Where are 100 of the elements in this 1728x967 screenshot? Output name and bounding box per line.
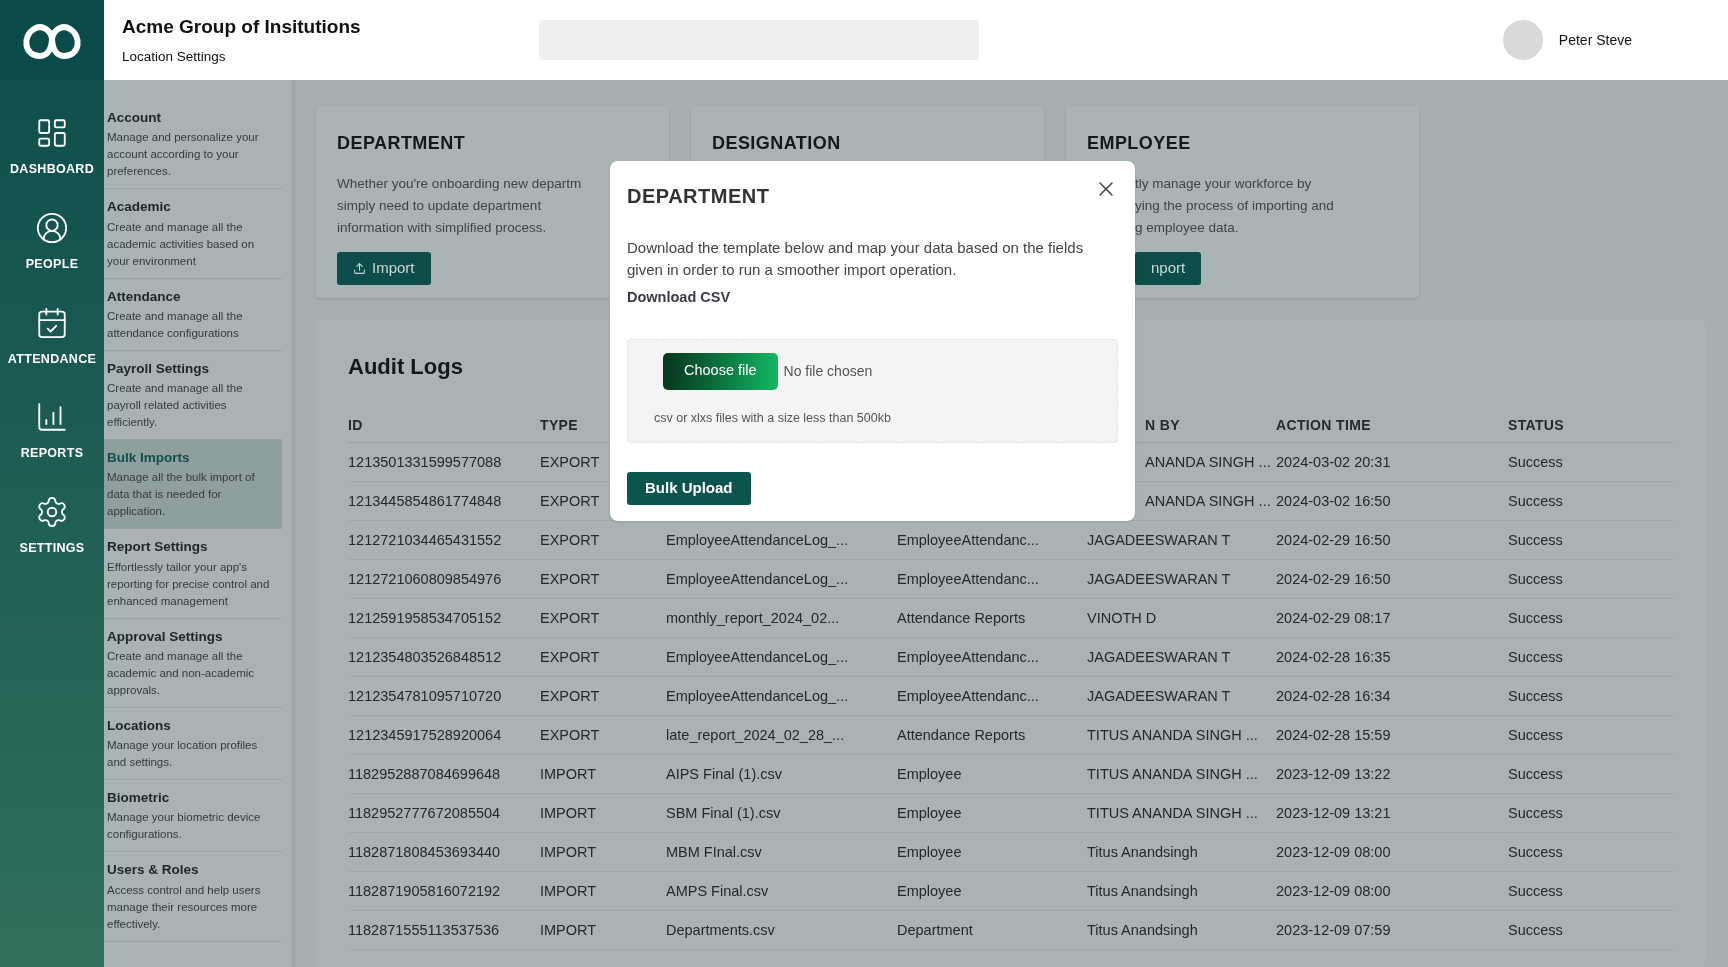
table-cell: EmployeeAttendanc...: [897, 532, 1039, 548]
column-header: TYPE: [540, 416, 578, 433]
table-cell: late_report_2024_02_28_...: [666, 727, 845, 743]
table-cell: monthly_report_2024_02...: [666, 610, 840, 626]
download-link[interactable]: Download CSV: [627, 287, 731, 309]
page-subtitle: Location Settings: [122, 48, 227, 67]
table-cell: TITUS ANANDA SINGH ...: [1087, 727, 1258, 743]
table-cell: 1182871808453693440: [348, 844, 501, 860]
table-cell: TITUS ANANDA SINGH ...: [1087, 805, 1258, 821]
table-cell: Department: [897, 922, 973, 938]
card-description: tly manage your workforce by ying the process of importing and g employee data.: [1135, 175, 1334, 237]
table-cell: Employee: [897, 766, 962, 782]
nav-item[interactable]: REPORTS: [7, 400, 97, 463]
choose-file-button[interactable]: Choose file: [663, 352, 778, 390]
table-cell: 2024-03-02 20:31: [1276, 454, 1391, 470]
table-cell: Success: [1508, 571, 1563, 587]
table-cell: 2023-12-09 08:00: [1276, 844, 1391, 860]
table-cell: EmployeeAttendanceLog_...: [666, 688, 849, 704]
table-cell: IMPORT: [540, 844, 597, 860]
upload-icon: [353, 262, 366, 275]
table-cell: EmployeeAttendanc...: [897, 571, 1039, 587]
table-cell: 1212354803526848512: [348, 649, 502, 665]
settings-menu-item[interactable]: Account Manage and personalize your account according to your preferences.: [104, 100, 282, 190]
table-cell: Success: [1508, 922, 1563, 938]
import-button[interactable]: Import: [337, 252, 431, 285]
table-cell: Success: [1508, 493, 1563, 509]
table-cell: AMPS Final.csv: [666, 883, 769, 899]
settings-menu-item[interactable]: Users & Roles Access control and help users manage their resources more effectively.: [104, 852, 282, 942]
table-cell: IMPORT: [540, 766, 597, 782]
settings-menu-item[interactable]: Attendance Create and manage all the attendance configurations: [104, 278, 282, 351]
table-cell: IMPORT: [540, 922, 597, 938]
table-cell: ANANDA SINGH ...: [1145, 454, 1271, 470]
table-cell: 1212354781095710720: [348, 688, 502, 704]
upload-area[interactable]: Choose file No file chosen csv or xlxs files with a size less than 500kb: [627, 338, 1118, 443]
table-cell: EXPORT: [540, 727, 600, 743]
card-title: EMPLOYEE: [1087, 132, 1192, 155]
table-cell: Success: [1508, 454, 1563, 470]
table-cell: 2024-02-28 16:35: [1276, 649, 1391, 665]
table-cell: Success: [1508, 688, 1563, 704]
table-cell: AIPS Final (1).csv: [666, 766, 783, 782]
nav-item[interactable]: DASHBOARD: [7, 116, 97, 179]
settings-menu-item[interactable]: Academic Create and manage all the academic activities based on your environment: [104, 189, 282, 279]
table-cell: Success: [1508, 805, 1563, 821]
table-cell: 1212591958534705152: [348, 610, 502, 626]
table-cell: 2024-02-28 15:59: [1276, 727, 1391, 743]
table-cell: Titus Anandsingh: [1087, 844, 1198, 860]
settings-menu-item[interactable]: Report Settings Effortlessly tailor your app's reporting for precise control and enhanced management: [104, 529, 282, 619]
table-cell: 2024-02-29 08:17: [1276, 610, 1391, 626]
card-title: DEPARTMENT: [337, 132, 467, 155]
table-cell: Departments.csv: [666, 922, 775, 938]
table-cell: EXPORT: [540, 571, 600, 587]
table-cell: SBM Final (1).csv: [666, 805, 781, 821]
table-cell: 1212721034465431552: [348, 532, 502, 548]
table-cell: Success: [1508, 844, 1563, 860]
table-cell: ANANDA SINGH ...: [1145, 493, 1271, 509]
table-cell: EXPORT: [540, 454, 600, 470]
table-cell: EmployeeAttendanc...: [897, 649, 1039, 665]
column-header: ACTION TIME: [1276, 416, 1371, 433]
settings-menu-item[interactable]: Locations Manage your location profiles and settings.: [104, 707, 282, 780]
user-name: Peter Steve: [1558, 30, 1632, 50]
panel-title: Audit Logs: [348, 353, 463, 381]
nav-item[interactable]: SETTINGS: [7, 495, 97, 558]
table-cell: EmployeeAttendanceLog_...: [666, 532, 849, 548]
table-cell: JAGADEESWARAN T: [1087, 532, 1231, 548]
settings-menu-item[interactable]: Biometric Manage your biometric device configurations.: [104, 780, 282, 853]
column-header: N BY: [1145, 416, 1180, 433]
table-cell: 2023-12-09 13:22: [1276, 766, 1391, 782]
settings-menu-item[interactable]: Approval Settings Create and manage all the academic and non-academic approvals.: [104, 618, 282, 708]
table-cell: EXPORT: [540, 649, 600, 665]
dialog-title: DEPARTMENT: [627, 184, 770, 209]
table-cell: IMPORT: [540, 883, 597, 899]
settings-menu-item[interactable]: Bulk Imports Manage all the bulk import of data that is needed for application.: [104, 440, 282, 530]
nav-item[interactable]: ATTENDANCE: [7, 305, 97, 369]
card-title: DESIGNATION: [712, 132, 842, 155]
avatar[interactable]: [1502, 20, 1543, 60]
table-cell: IMPORT: [540, 805, 597, 821]
table-cell: 2023-12-09 08:00: [1276, 883, 1391, 899]
table-cell: 2024-02-28 16:34: [1276, 688, 1391, 704]
table-cell: 1212345917528920064: [348, 727, 502, 743]
table-cell: Attendance Reports: [897, 727, 1026, 743]
table-cell: 2024-02-29 16:50: [1276, 571, 1391, 587]
table-cell: EXPORT: [540, 493, 600, 509]
table-cell: Attendance Reports: [897, 610, 1026, 626]
table-cell: 1182952887084699648: [348, 766, 501, 782]
table-cell: EXPORT: [540, 532, 600, 548]
nav-item[interactable]: PEOPLE: [7, 210, 97, 274]
import-button[interactable]: nport: [1135, 252, 1202, 285]
bulk-upload-button[interactable]: Bulk Upload: [627, 471, 751, 505]
settings-icon: [35, 495, 69, 529]
table-cell: 1182871905816072192: [348, 883, 501, 899]
table-cell: 1213445854861774848: [348, 493, 502, 509]
user-icon: [35, 210, 69, 245]
table-cell: Employee: [897, 883, 962, 899]
upload-hint: csv or xlxs files with a size less than 500kb: [654, 409, 892, 427]
table-cell: Employee: [897, 844, 962, 860]
app-title: Acme Group of Insitutions: [122, 14, 362, 39]
table-cell: Success: [1508, 883, 1563, 899]
table-cell: EmployeeAttendanc...: [897, 688, 1039, 704]
table-cell: MBM FInal.csv: [666, 844, 762, 860]
table-cell: JAGADEESWARAN T: [1087, 571, 1231, 587]
